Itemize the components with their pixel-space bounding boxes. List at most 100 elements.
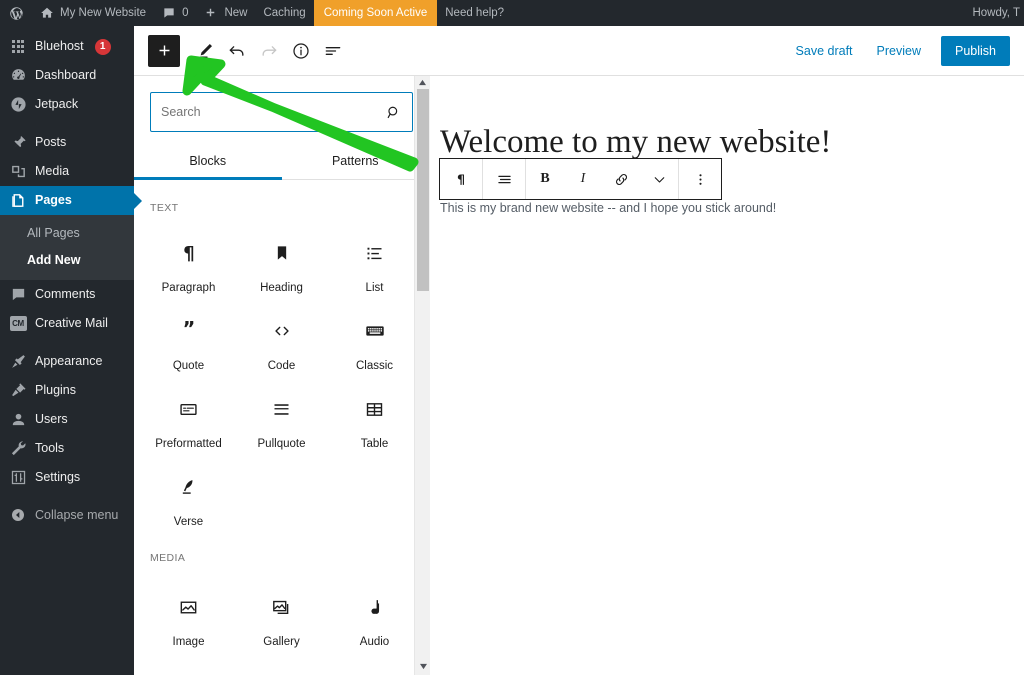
block-toolbar: ¶ B I xyxy=(439,158,722,200)
sidebar-item-dashboard[interactable]: Dashboard xyxy=(0,61,134,90)
bold-label: B xyxy=(540,171,550,186)
sidebar-item-pages[interactable]: Pages xyxy=(0,186,142,215)
submenu-item-add-new[interactable]: Add New xyxy=(0,247,134,274)
block-item-heading[interactable]: Heading xyxy=(235,226,328,304)
preview-button[interactable]: Preview xyxy=(867,38,931,64)
block-item-list[interactable]: List xyxy=(328,226,421,304)
undo-icon[interactable] xyxy=(222,35,252,67)
sidebar-item-label: Settings xyxy=(35,469,81,484)
block-label: Gallery xyxy=(263,636,300,648)
editor-top-toolbar: Save draft Preview Publish xyxy=(134,26,1024,76)
block-item-gallery[interactable]: Gallery xyxy=(235,580,328,658)
sidebar-item-appearance[interactable]: Appearance xyxy=(0,347,134,376)
scrollbar-thumb[interactable] xyxy=(417,89,429,291)
sidebar-item-label: Appearance xyxy=(35,353,103,368)
sidebar-item-label: Tools xyxy=(35,440,65,455)
comments-bubble[interactable]: 0 xyxy=(154,0,196,26)
pages-submenu: All Pages Add New xyxy=(0,215,134,280)
more-options-icon[interactable] xyxy=(679,159,721,199)
italic-icon[interactable]: I xyxy=(564,159,602,199)
bold-icon[interactable]: B xyxy=(526,159,564,199)
block-item-audio[interactable]: Audio xyxy=(328,580,421,658)
link-icon[interactable] xyxy=(602,159,640,199)
sidebar-item-label: Comments xyxy=(35,286,96,301)
caching-menu[interactable]: Caching xyxy=(255,0,313,26)
sidebar-item-settings[interactable]: Settings xyxy=(0,463,134,492)
block-item-paragraph[interactable]: ¶ Paragraph xyxy=(142,226,235,304)
site-name-menu[interactable]: My New Website xyxy=(32,0,154,26)
block-label: Preformatted xyxy=(155,438,222,450)
section-label-media: MEDIA xyxy=(150,552,186,564)
inserter-scrollbar[interactable] xyxy=(414,76,430,675)
block-item-classic[interactable]: Classic xyxy=(328,304,421,382)
scroll-up-arrow-icon[interactable] xyxy=(415,76,430,89)
sidebar-item-users[interactable]: Users xyxy=(0,405,134,434)
edit-pen-icon[interactable] xyxy=(190,35,220,67)
block-label: Paragraph xyxy=(161,282,216,294)
account-menu[interactable]: Howdy, T xyxy=(964,7,1024,19)
block-item-code[interactable]: Code xyxy=(235,304,328,382)
new-content-menu[interactable]: New xyxy=(196,0,255,26)
tab-blocks[interactable]: Blocks xyxy=(134,146,282,180)
post-title[interactable]: Welcome to my new website! xyxy=(431,76,1024,162)
sidebar-item-plugins[interactable]: Plugins xyxy=(0,376,134,405)
search-input[interactable] xyxy=(161,105,385,119)
redo-icon[interactable] xyxy=(254,35,284,67)
sidebar-item-posts[interactable]: Posts xyxy=(0,128,134,157)
preformatted-icon xyxy=(178,396,199,422)
editor-canvas: Welcome to my new website! This is my br… xyxy=(431,76,1024,675)
block-item-pullquote[interactable]: Pullquote xyxy=(235,382,328,460)
block-label: Audio xyxy=(359,636,390,648)
save-draft-button[interactable]: Save draft xyxy=(786,38,863,64)
sidebar-item-creative-mail[interactable]: CM Creative Mail xyxy=(0,309,134,338)
sidebar-item-jetpack[interactable]: Jetpack xyxy=(0,90,134,119)
block-item-table[interactable]: Table xyxy=(328,382,421,460)
info-icon[interactable] xyxy=(286,35,316,67)
tools-icon xyxy=(9,439,27,457)
sidebar-item-collapse-menu[interactable]: Collapse menu xyxy=(0,501,134,530)
paragraph-type-icon[interactable]: ¶ xyxy=(440,159,482,199)
audio-icon xyxy=(364,594,385,620)
heading-icon xyxy=(272,240,292,266)
media-icon xyxy=(9,163,27,181)
sidebar-item-label: Jetpack xyxy=(35,97,79,112)
tab-patterns[interactable]: Patterns xyxy=(282,146,430,179)
block-label: Pullquote xyxy=(257,438,306,450)
coming-soon-status[interactable]: Coming Soon Active xyxy=(313,0,438,26)
comment-bubble-icon xyxy=(162,6,177,21)
site-name-label: My New Website xyxy=(60,7,147,19)
block-item-verse[interactable]: Verse xyxy=(142,460,235,538)
wordpress-logo-menu[interactable] xyxy=(0,0,32,26)
svg-text:”: ” xyxy=(182,320,195,341)
block-item-image[interactable]: Image xyxy=(142,580,235,658)
sidebar-item-bluehost[interactable]: Bluehost 1 xyxy=(0,32,134,61)
publish-button[interactable]: Publish xyxy=(941,35,1010,66)
menu-separator xyxy=(0,338,134,347)
submenu-item-all-pages[interactable]: All Pages xyxy=(0,220,134,247)
align-icon[interactable] xyxy=(483,159,525,199)
comments-count: 0 xyxy=(182,7,189,19)
menu-separator xyxy=(0,492,134,501)
chevron-down-icon[interactable] xyxy=(640,159,678,199)
list-view-icon[interactable] xyxy=(318,35,348,67)
scroll-down-arrow-icon[interactable] xyxy=(415,660,431,673)
sidebar-item-comments[interactable]: Comments xyxy=(0,280,134,309)
admin-sidebar-menu: Bluehost 1 Dashboard Jetpack Posts Media… xyxy=(0,26,142,675)
block-label: Classic xyxy=(355,360,394,372)
block-item-preformatted[interactable]: Preformatted xyxy=(142,382,235,460)
add-block-button[interactable] xyxy=(148,34,180,67)
block-search-box[interactable] xyxy=(150,92,413,132)
sidebar-item-label: Dashboard xyxy=(35,68,97,83)
plus-icon xyxy=(204,6,219,21)
block-item-quote[interactable]: ” Quote xyxy=(142,304,235,382)
sidebar-item-label: Pages xyxy=(35,193,72,208)
howdy-label: Howdy, T xyxy=(972,7,1020,19)
svg-text:¶: ¶ xyxy=(457,173,465,188)
home-icon xyxy=(40,6,55,21)
image-icon xyxy=(178,594,199,620)
sidebar-item-label: Posts xyxy=(35,135,67,150)
block-label: List xyxy=(365,282,384,294)
need-help-menu[interactable]: Need help? xyxy=(437,0,512,26)
sidebar-item-media[interactable]: Media xyxy=(0,157,134,186)
sidebar-item-tools[interactable]: Tools xyxy=(0,434,134,463)
